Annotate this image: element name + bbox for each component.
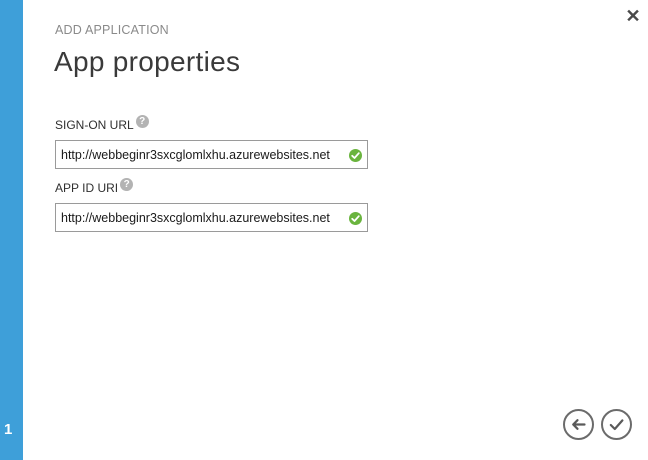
sign-on-url-label: SIGN-ON URL ? <box>55 114 149 132</box>
app-id-uri-label-text: APP ID URI <box>55 181 119 195</box>
finish-button[interactable] <box>601 409 632 440</box>
checkmark-icon <box>609 419 624 431</box>
wizard-step-rail: 1 <box>0 0 23 460</box>
sign-on-url-label-text: SIGN-ON URL <box>55 118 134 132</box>
arrow-left-icon <box>572 419 586 430</box>
back-button[interactable] <box>563 409 594 440</box>
step-number: 1 <box>4 421 13 438</box>
add-application-dialog: 1 ✕ ADD APPLICATION App properties SIGN-… <box>0 0 648 460</box>
dialog-eyebrow: ADD APPLICATION <box>55 23 169 37</box>
app-id-uri-label: APP ID URI ? <box>55 177 134 195</box>
help-icon[interactable]: ? <box>120 177 134 191</box>
valid-check-icon <box>349 212 362 225</box>
help-icon[interactable]: ? <box>135 114 149 128</box>
sign-on-url-field[interactable] <box>55 140 368 169</box>
app-id-uri-input[interactable] <box>56 204 367 231</box>
valid-check-icon <box>349 149 362 162</box>
page-title: App properties <box>54 46 241 77</box>
app-id-uri-field[interactable] <box>55 203 368 232</box>
sign-on-url-input[interactable] <box>56 141 367 168</box>
close-button[interactable]: ✕ <box>624 6 642 26</box>
close-icon: ✕ <box>625 6 641 26</box>
